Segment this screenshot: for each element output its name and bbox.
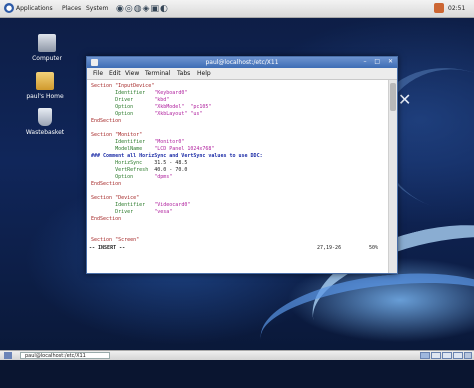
window-title: paul@localhost:/etc/X11 (205, 59, 279, 66)
network-tray-icon[interactable] (434, 3, 444, 13)
menu-terminal[interactable]: Terminal (145, 70, 170, 77)
workspace-3[interactable] (442, 352, 452, 359)
top-panel: ● Applications Places System ◉◎◍◈▣◐ 02:5… (0, 0, 474, 18)
workspace-4[interactable] (453, 352, 463, 359)
taskbar-button[interactable]: paul@localhost:/etc/X11 (20, 352, 110, 359)
system-menu[interactable]: System (86, 5, 108, 13)
menu-view[interactable]: View (125, 70, 139, 77)
terminal-content[interactable]: Section "InputDevice" Identifier "Keyboa… (87, 80, 389, 273)
code-line: Section "Screen" (91, 237, 140, 243)
gnome-foot-icon[interactable]: ● (4, 3, 14, 13)
code-line: EndSection (91, 181, 122, 187)
code-line: EndSection (91, 216, 122, 222)
show-desktop-button[interactable] (4, 352, 12, 359)
desktop-icon-label: Wastebasket (25, 129, 65, 136)
workspace-1[interactable] (420, 352, 430, 359)
minimize-button[interactable]: – (363, 58, 366, 65)
desktop-icon-label: Computer (32, 55, 62, 62)
applications-menu[interactable]: Applications (16, 5, 53, 13)
menu-file[interactable]: File (93, 70, 103, 77)
desktop-icon-wastebasket[interactable]: Wastebasket (20, 108, 70, 136)
trash-icon (38, 108, 52, 126)
terminal-window[interactable]: paul@localhost:/etc/X11 – □ ✕ File Edit … (86, 56, 398, 274)
desktop-icon-home[interactable]: paul's Home (20, 72, 70, 100)
vim-scroll-percent: 50% (369, 245, 379, 251)
computer-icon (38, 34, 56, 52)
scrollbar-thumb[interactable] (390, 83, 396, 111)
panel-clock[interactable]: 02:51 (448, 5, 465, 13)
launcher-icons[interactable]: ◉◎◍◈▣◐ (116, 4, 169, 14)
maximize-button[interactable]: □ (374, 58, 380, 65)
menu-help[interactable]: Help (197, 70, 211, 77)
menu-edit[interactable]: Edit (109, 70, 121, 77)
desktop-icon-computer[interactable]: Computer (22, 34, 72, 62)
menubar: File Edit View Terminal Tabs Help (87, 68, 397, 80)
desktop-icon-label: paul's Home (26, 93, 64, 100)
workspace-2[interactable] (431, 352, 441, 359)
places-menu[interactable]: Places (62, 5, 81, 13)
wallpaper-swoosh (255, 261, 474, 388)
wallpaper-x-mark: ✕ (398, 90, 412, 109)
vim-mode-indicator: -- INSERT -- (89, 245, 126, 251)
vim-cursor-position: 27,19-26 (317, 245, 342, 251)
trash-applet-icon[interactable] (464, 352, 472, 359)
home-folder-icon (36, 72, 54, 90)
code-line: EndSection (91, 118, 122, 124)
window-titlebar[interactable]: paul@localhost:/etc/X11 – □ ✕ (87, 57, 397, 68)
close-button[interactable]: ✕ (388, 58, 393, 65)
scrollbar[interactable] (388, 80, 397, 273)
menu-tabs[interactable]: Tabs (177, 70, 190, 77)
